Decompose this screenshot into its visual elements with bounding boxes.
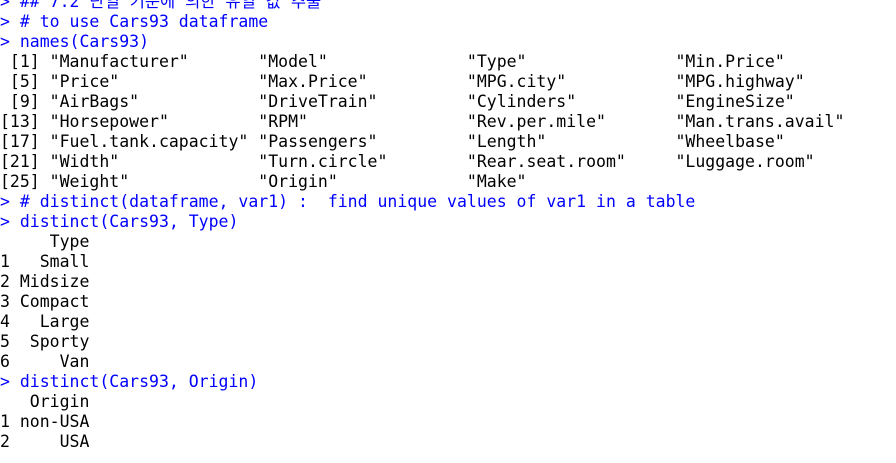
console-output-line: 2 USA (0, 432, 90, 451)
console-command-line: > names(Cars93) (0, 32, 150, 51)
console-output-line: Origin (0, 392, 90, 411)
console-output-line: [17] "Fuel.tank.capacity" "Passengers" "… (0, 132, 785, 151)
console-command-line: > ## 7.2 단일 기준에 의한 유일 값 추출 (0, 0, 322, 11)
console-output-line: [5] "Price" "Max.Price" "MPG.city" "MPG.… (0, 72, 805, 91)
console-output-line: [25] "Weight" "Origin" "Make" (0, 172, 527, 191)
console-output-line: Type (0, 232, 90, 251)
console-output-line: [13] "Horsepower" "RPM" "Rev.per.mile" "… (0, 112, 845, 131)
console-output-line: 1 Small (0, 252, 90, 271)
r-console-output[interactable]: > ## 7.2 단일 기준에 의한 유일 값 추출 > # to use Car… (0, 0, 896, 452)
console-output-line: 2 Midsize (0, 272, 90, 291)
console-output-line: 3 Compact (0, 292, 90, 311)
console-output-line: 6 Van (0, 352, 90, 371)
console-command-line: > distinct(Cars93, Origin) (0, 372, 259, 391)
console-command-line: > # distinct(dataframe, var1) : find uni… (0, 192, 696, 211)
console-output-line: [9] "AirBags" "DriveTrain" "Cylinders" "… (0, 92, 795, 111)
console-command-line: > distinct(Cars93, Type) (0, 212, 239, 231)
console-output-line: [21] "Width" "Turn.circle" "Rear.seat.ro… (0, 152, 815, 171)
console-output-line: 5 Sporty (0, 332, 90, 351)
console-output-line: [1] "Manufacturer" "Model" "Type" "Min.P… (0, 52, 785, 71)
console-command-line: > # to use Cars93 dataframe (0, 12, 269, 31)
console-output-line: 1 non-USA (0, 412, 90, 431)
console-output-line: 4 Large (0, 312, 90, 331)
